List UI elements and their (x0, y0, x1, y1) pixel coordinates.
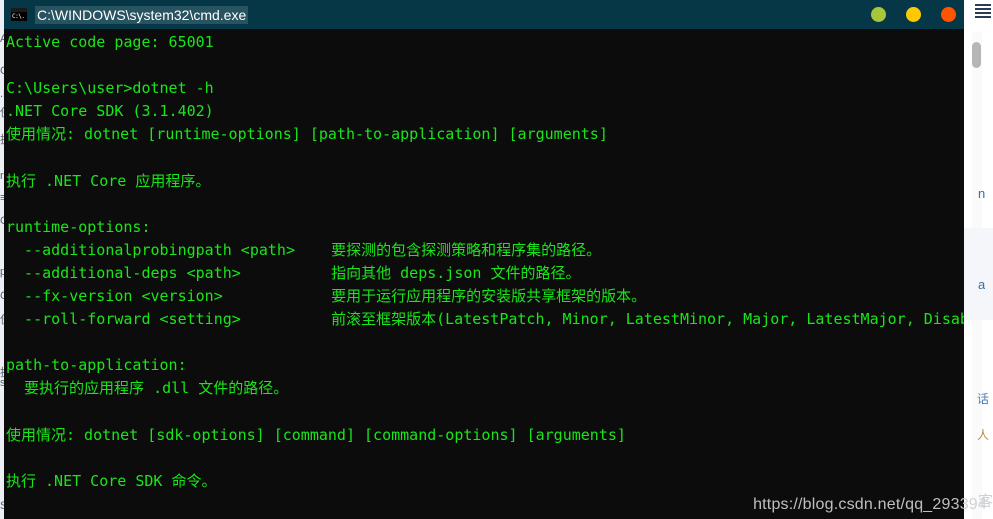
close-button[interactable] (941, 7, 956, 22)
background-content-card (959, 228, 993, 320)
background-text-fragment-1: n (978, 186, 986, 201)
maximize-button[interactable] (906, 7, 921, 22)
background-text-fragment-2: a (978, 277, 986, 292)
minimize-button[interactable] (871, 7, 886, 22)
csdn-watermark-cn: 客 (977, 492, 993, 510)
terminal-line: 使用情况: dotnet [runtime-options] [path-to-… (6, 125, 608, 144)
window-titlebar[interactable]: C:\. C:\WINDOWS\system32\cmd.exe (4, 0, 964, 29)
terminal-lines: Active code page: 65001 C:\Users\user>dot… (4, 31, 964, 519)
terminal-line: --roll-forward <setting> 前滚至框架版本(LatestP… (6, 310, 964, 329)
terminal-output-area[interactable]: Active code page: 65001 C:\Users\user>dot… (4, 29, 964, 519)
cmd-window: C:\. C:\WINDOWS\system32\cmd.exe Active … (4, 0, 964, 519)
terminal-line: 要执行的应用程序 .dll 文件的路径。 (6, 379, 289, 398)
terminal-line: 执行 .NET Core SDK 命令。 (6, 471, 217, 490)
hamburger-menu-icon[interactable] (975, 4, 991, 18)
window-controls (871, 0, 956, 29)
terminal-line: --additionalprobingpath <path> 要探测的包含探测策… (6, 240, 602, 259)
cmd-console-icon: C:\. (10, 7, 28, 22)
cmd-icon-glyph: C:\. (11, 12, 27, 21)
window-title: C:\WINDOWS\system32\cmd.exe (35, 5, 249, 24)
csdn-watermark-url: https://blog.csdn.net/qq_293394 (753, 496, 987, 513)
terminal-line: C:\Users\user>dotnet -h (6, 79, 214, 98)
background-cn-fragment-1: 话 (977, 392, 990, 406)
terminal-line: .NET Core SDK (3.1.402) (6, 102, 214, 121)
screenshot-root: n a 话 人 AcC:.N使执ru≡OpaC使执sdSD C:\. C:\WI… (0, 0, 993, 519)
terminal-line: 执行 .NET Core 应用程序。 (6, 171, 211, 190)
terminal-line: path-to-application: (6, 356, 187, 375)
background-cn-fragment-2: 人 (977, 428, 990, 442)
terminal-line: --additional-deps <path> 指向其他 deps.json … (6, 263, 581, 282)
terminal-line: --fx-version <version> 要用于运行应用程序的安装版共享框架… (6, 287, 647, 306)
terminal-line: 使用情况: dotnet [sdk-options] [command] [co… (6, 425, 626, 444)
terminal-line: runtime-options: (6, 217, 151, 236)
browser-scrollbar-thumb[interactable] (972, 42, 981, 68)
terminal-line: Active code page: 65001 (6, 33, 214, 51)
